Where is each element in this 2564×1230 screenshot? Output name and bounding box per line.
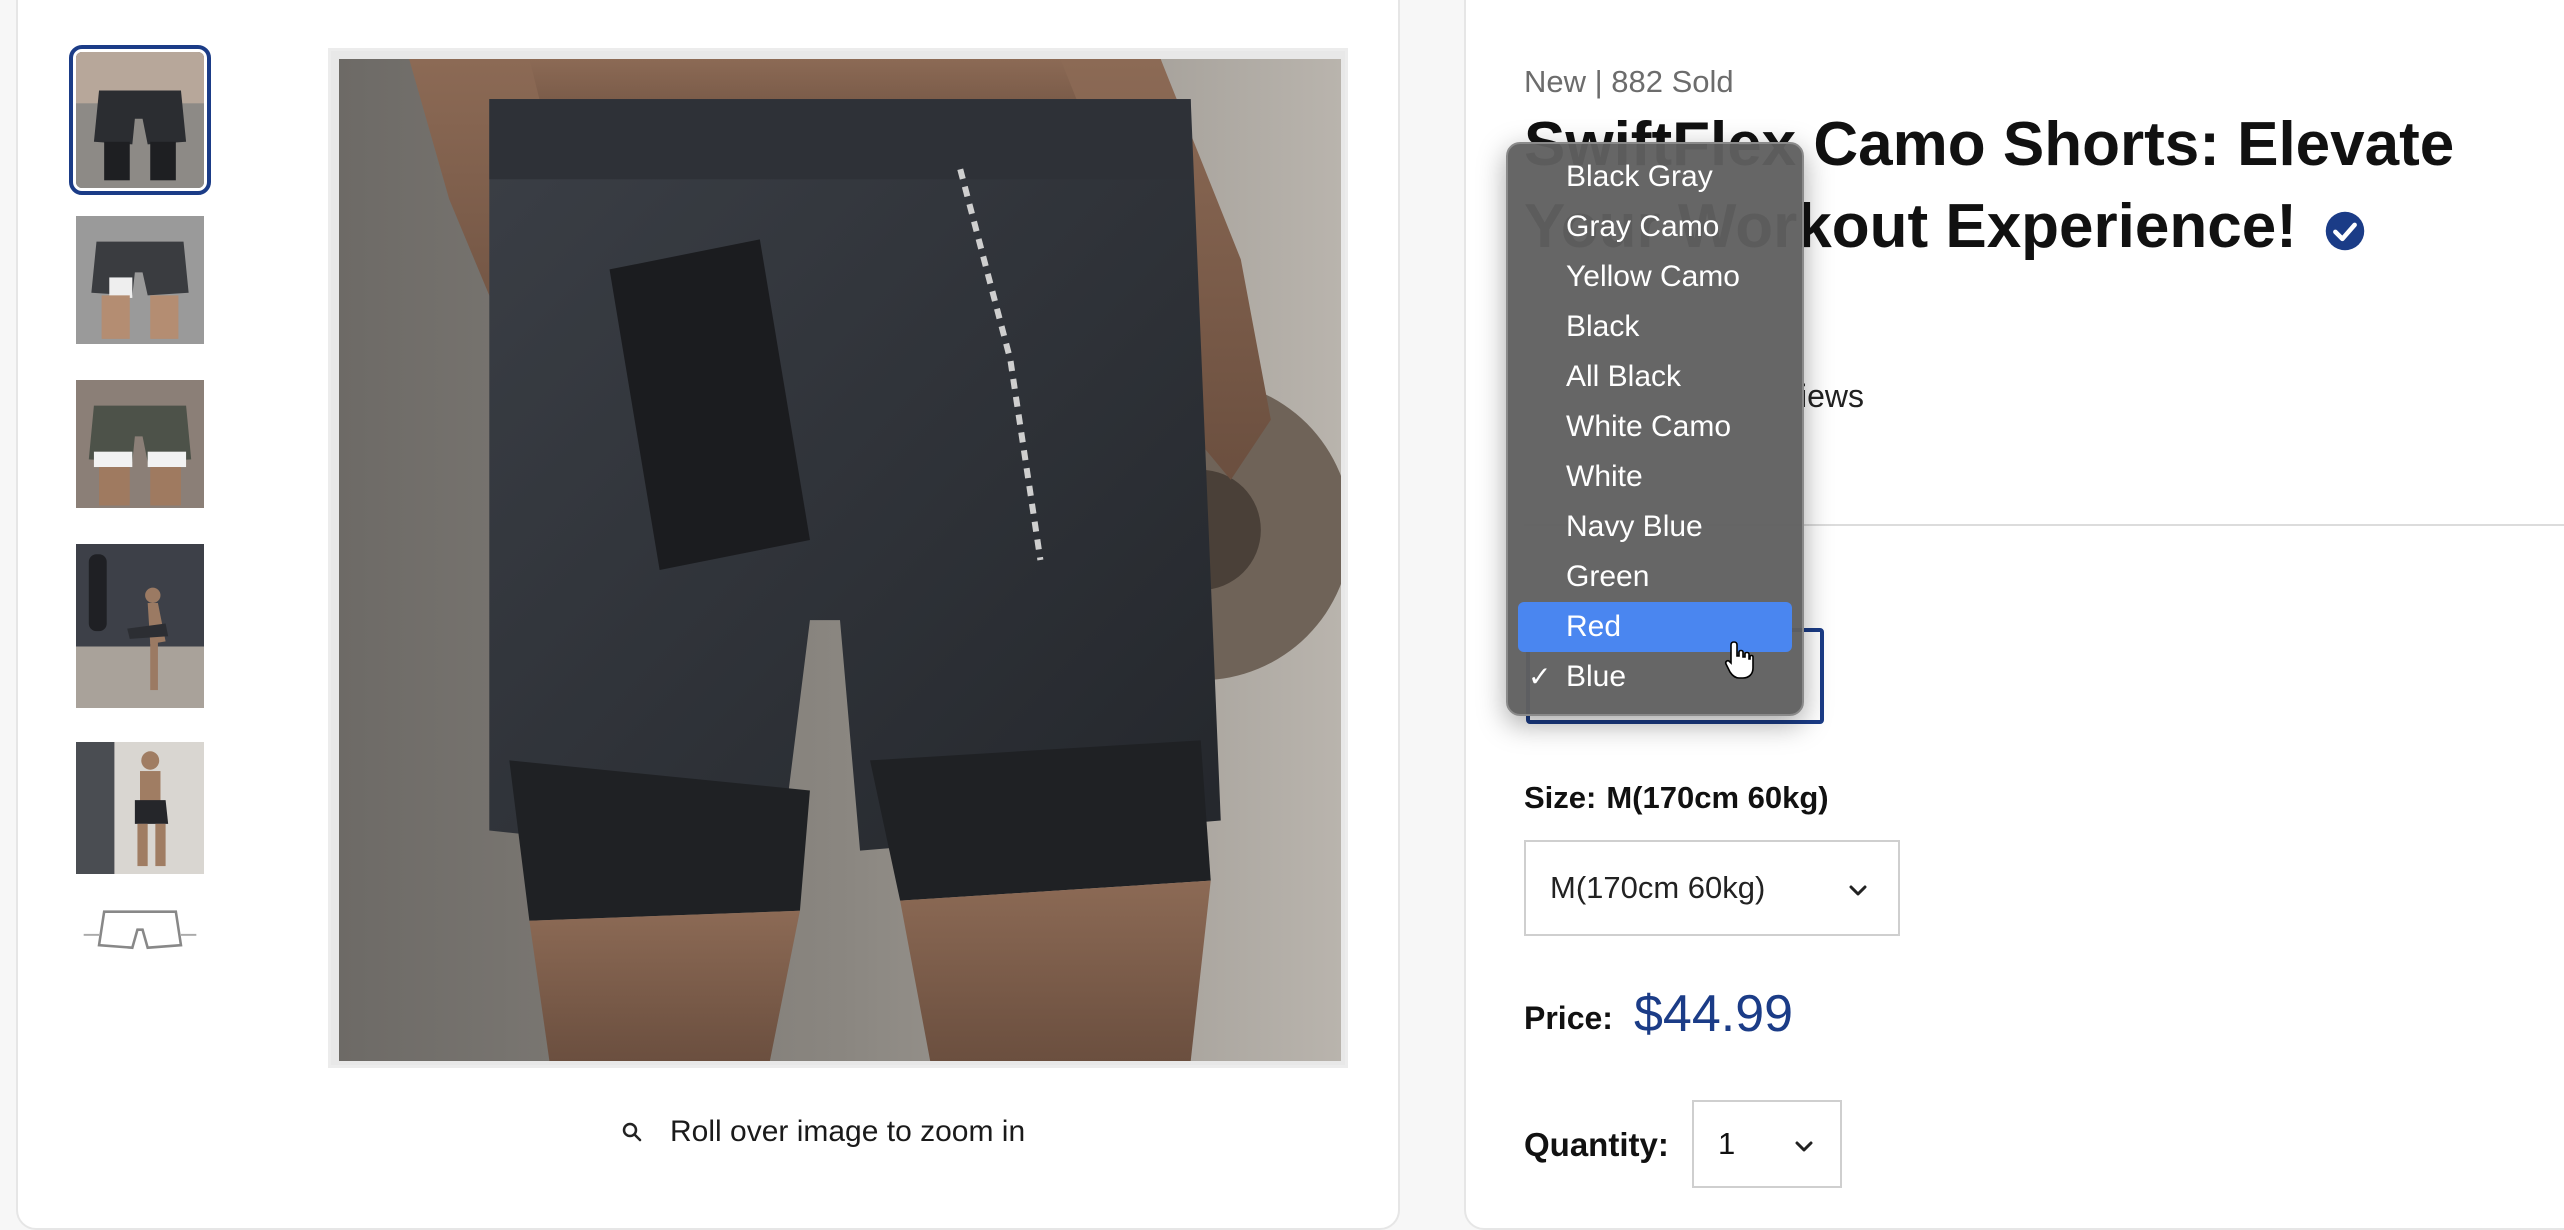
color-option-black[interactable]: Black (1518, 302, 1792, 352)
color-option-all-black[interactable]: All Black (1518, 352, 1792, 402)
price-value: $44.99 (1634, 985, 1794, 1043)
color-option-white[interactable]: White (1518, 452, 1792, 502)
color-option-green[interactable]: Green (1518, 552, 1792, 602)
size-value: M(170cm 60kg) (1606, 780, 1829, 815)
main-product-image[interactable] (339, 59, 1341, 1061)
thumbnail-4[interactable] (76, 544, 204, 708)
hand-pointer-icon (1724, 641, 1754, 679)
quantity-select[interactable]: 1 (1692, 1100, 1842, 1188)
color-option-label: Blue (1566, 660, 1627, 693)
zoom-hint: Roll over image to zoom in (620, 1115, 1025, 1149)
check-icon: ✓ (1528, 661, 1552, 692)
size-label-text: Size: (1524, 780, 1597, 815)
thumbnail-3[interactable] (76, 380, 204, 508)
color-option-gray-camo[interactable]: Gray Camo (1518, 202, 1792, 252)
reviews-count[interactable]: iews (1800, 378, 1864, 415)
quantity-value: 1 (1718, 1126, 1736, 1161)
product-meta: New | 882 Sold (1524, 64, 1734, 99)
size-select-value: M(170cm 60kg) (1550, 870, 1766, 905)
chevron-down-icon (1849, 885, 1867, 896)
color-option-navy-blue[interactable]: Navy Blue (1518, 502, 1792, 552)
color-option-label: Navy Blue (1566, 510, 1703, 543)
color-option-label: White (1566, 460, 1643, 493)
zoom-hint-text: Roll over image to zoom in (670, 1115, 1026, 1148)
color-option-label: White Camo (1566, 410, 1732, 443)
thumbnail-5[interactable] (76, 742, 204, 874)
color-option-label: All Black (1566, 360, 1682, 393)
thumbnail-2[interactable] (76, 216, 204, 344)
price-label: Price: (1524, 1000, 1613, 1036)
color-option-label: Black (1566, 310, 1640, 343)
quantity-label: Quantity: (1524, 1126, 1669, 1163)
color-option-black-gray[interactable]: Black Gray (1518, 152, 1792, 202)
thumbnail-6[interactable] (76, 904, 204, 958)
verified-check-icon (2325, 211, 2365, 250)
color-option-label: Gray Camo (1566, 210, 1720, 243)
color-option-label: Black Gray (1566, 160, 1713, 193)
color-option-yellow-camo[interactable]: Yellow Camo (1518, 252, 1792, 302)
color-dropdown-menu: Black Gray Gray Camo Yellow Camo Black A… (1506, 142, 1804, 716)
search-icon (622, 1122, 642, 1142)
size-label: Size: M(170cm 60kg) (1524, 780, 1829, 816)
color-option-label: Green (1566, 560, 1650, 593)
color-option-label: Red (1566, 610, 1622, 643)
size-select[interactable]: M(170cm 60kg) (1524, 840, 1900, 936)
thumbnail-1[interactable] (69, 45, 211, 195)
chevron-down-icon (1795, 1141, 1813, 1152)
main-image-frame (328, 48, 1348, 1068)
color-option-label: Yellow Camo (1566, 260, 1740, 293)
color-option-white-camo[interactable]: White Camo (1518, 402, 1792, 452)
